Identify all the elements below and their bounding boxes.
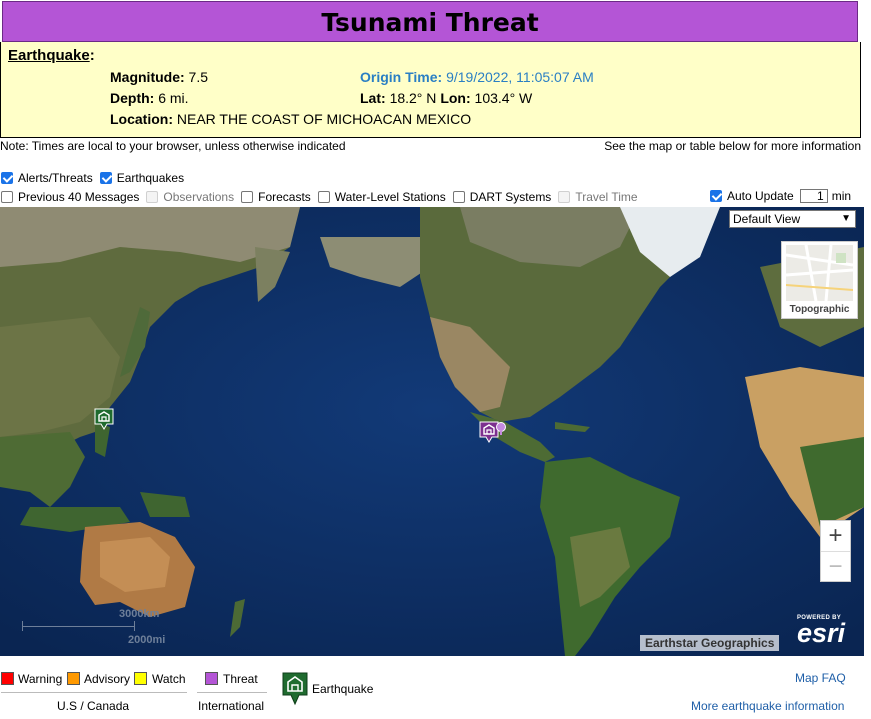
warning-swatch	[1, 672, 14, 685]
auto-update-control: Auto Update 1 min	[710, 189, 851, 203]
map-view-select[interactable]: Default View ▼	[729, 210, 856, 228]
depth-field: Depth: 6 mi.	[110, 90, 189, 106]
banner-title: Tsunami Threat	[321, 8, 539, 37]
auto-update-unit: min	[831, 189, 852, 203]
toggle-dart-systems[interactable]: DART Systems	[452, 190, 551, 204]
toggle-water-level-stations[interactable]: Water-Level Stations	[317, 190, 446, 204]
scale-km-label: 3000km	[119, 608, 160, 620]
earthquake-info-panel: Earthquake: Magnitude: 7.5 Depth: 6 mi. …	[0, 42, 861, 138]
map-imagery	[0, 207, 864, 656]
origin-time-field: Origin Time: 9/19/2022, 11:05:07 AM	[360, 69, 594, 85]
more-earthquake-info-link[interactable]: More earthquake information	[691, 699, 844, 713]
map-legend: Warning Advisory Watch Threat U.S / Cana…	[0, 656, 871, 719]
earthquake-marker-icon[interactable]	[93, 407, 115, 431]
lat-value: 18.2° N	[389, 90, 437, 106]
zoom-control: + −	[820, 520, 851, 582]
time-note: Note: Times are local to your browser, u…	[0, 139, 346, 153]
map-attribution: Earthstar Geographics	[640, 635, 780, 651]
legend-us-canada-label: U.S / Canada	[57, 699, 130, 713]
legend-international-label: International	[198, 699, 265, 713]
toggle-earthquakes[interactable]: Earthquakes	[99, 171, 184, 185]
earthquake-heading: Earthquake:	[8, 47, 95, 64]
layer-toggles-secondary: Previous 40 Messages Observations Foreca…	[1, 190, 645, 204]
lon-value: 103.4° W	[474, 90, 533, 106]
legend-advisory-label: Advisory	[84, 672, 131, 686]
basemap-label: Topographic	[789, 304, 850, 315]
observations-checkbox[interactable]	[146, 191, 159, 203]
scale-bar	[22, 626, 134, 627]
layer-toggles-primary: Alerts/Threats Earthquakes	[1, 171, 191, 185]
dart-systems-checkbox[interactable]	[452, 191, 465, 203]
magnitude-value: 7.5	[188, 69, 209, 85]
legend-watch-label: Watch	[152, 672, 186, 686]
forecasts-checkbox[interactable]	[241, 191, 254, 203]
zoom-out-button[interactable]: −	[821, 551, 850, 582]
location-value: NEAR THE COAST OF MICHOACAN MEXICO	[176, 111, 472, 127]
alert-banner: Tsunami Threat	[2, 1, 858, 42]
earthquakes-checkbox[interactable]	[99, 172, 112, 184]
map-table-note: See the map or table below for more info…	[604, 139, 861, 153]
scale-bar-tick-end	[134, 621, 135, 631]
toggle-travel-time[interactable]: Travel Time	[558, 190, 638, 204]
toggle-previous-messages[interactable]: Previous 40 Messages	[1, 190, 139, 204]
earthquake-legend-icon	[282, 672, 308, 706]
world-map[interactable]: Default View ▼ Topographic + − 3000km 20…	[0, 207, 864, 656]
auto-update-checkbox[interactable]	[710, 190, 722, 202]
threat-earthquake-marker-icon[interactable]	[478, 420, 508, 446]
alerts-threats-checkbox[interactable]	[1, 172, 13, 184]
basemap-toggle[interactable]: Topographic	[781, 241, 858, 319]
legend-threat-label: Threat	[223, 672, 258, 686]
toggle-observations[interactable]: Observations	[146, 190, 234, 204]
location-field: Location: NEAR THE COAST OF MICHOACAN ME…	[110, 111, 472, 127]
legend-warning-label: Warning	[18, 672, 63, 686]
zoom-in-button[interactable]: +	[821, 521, 850, 551]
legend-divider-intl	[197, 692, 267, 693]
map-faq-link[interactable]: Map FAQ	[795, 671, 846, 685]
legend-earthquake-label: Earthquake	[312, 682, 374, 696]
advisory-swatch	[67, 672, 80, 685]
magnitude-field: Magnitude: 7.5	[110, 69, 209, 85]
basemap-thumbnail	[786, 245, 853, 301]
esri-logo: POWERED BY esri	[797, 615, 846, 648]
threat-swatch	[205, 672, 218, 685]
watch-swatch	[134, 672, 147, 685]
water-level-stations-checkbox[interactable]	[317, 191, 330, 203]
chevron-down-icon: ▼	[841, 213, 851, 224]
toggle-forecasts[interactable]: Forecasts	[241, 190, 311, 204]
auto-update-label: Auto Update	[727, 189, 794, 203]
auto-update-minutes-input[interactable]: 1	[799, 189, 828, 203]
depth-value: 6 mi.	[158, 90, 189, 106]
legend-divider-us	[1, 692, 187, 693]
toggle-alerts-threats[interactable]: Alerts/Threats	[1, 171, 93, 185]
previous-messages-checkbox[interactable]	[1, 191, 13, 203]
origin-time-value: 9/19/2022, 11:05:07 AM	[446, 69, 594, 85]
travel-time-checkbox[interactable]	[558, 191, 571, 203]
coordinates-field: Lat: 18.2° N Lon: 103.4° W	[360, 90, 533, 106]
scale-mi-label: 2000mi	[128, 634, 166, 646]
